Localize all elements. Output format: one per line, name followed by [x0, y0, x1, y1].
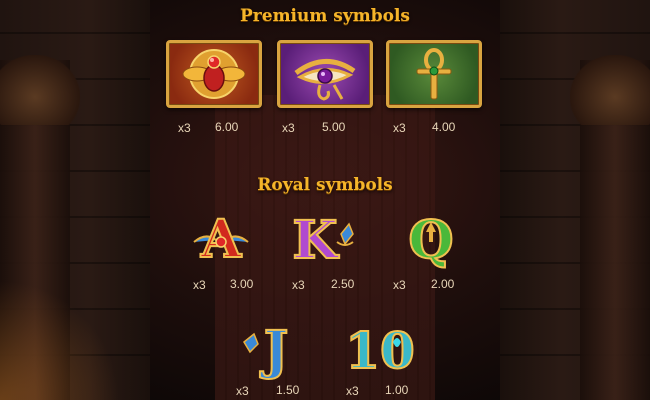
- queen-multiplier: x3: [393, 278, 406, 292]
- jack-glyph: J: [260, 320, 289, 381]
- scarab-value: 6.00: [215, 120, 239, 134]
- ten-multiplier: x3: [346, 384, 359, 398]
- eye-of-horus-symbol-tile: [277, 40, 373, 108]
- scarab-icon: [182, 49, 246, 99]
- king-glyph: K: [292, 210, 339, 271]
- ace-icon: A: [193, 208, 249, 271]
- king-icon: K: [291, 209, 354, 272]
- king-value: 2.50: [331, 277, 355, 291]
- jack-icon: J: [243, 319, 289, 382]
- jack-symbol: J: [236, 312, 306, 382]
- jack-multiplier: x3: [236, 384, 249, 398]
- jack-value: 1.50: [276, 383, 300, 397]
- royal-symbols-heading: Royal symbols: [257, 175, 393, 195]
- ankh-value: 4.00: [432, 120, 456, 134]
- eye-of-horus-multiplier: x3: [282, 121, 295, 135]
- eye-of-horus-icon: [294, 59, 356, 101]
- eye-of-horus-value: 5.00: [322, 120, 346, 134]
- ace-symbol: A: [186, 202, 256, 272]
- queen-value: 2.00: [431, 277, 455, 291]
- ten-symbol: 10: [335, 312, 425, 382]
- ankh-icon: [416, 48, 452, 100]
- right-column-capital: [570, 55, 650, 125]
- king-multiplier: x3: [292, 278, 305, 292]
- torch-glow: [0, 280, 120, 400]
- king-symbol: K: [287, 202, 357, 272]
- scarab-symbol-tile: [166, 40, 262, 108]
- queen-icon: Q: [407, 209, 454, 272]
- ten-icon: 10: [344, 320, 416, 381]
- ten-glyph: 10: [345, 321, 415, 380]
- scarab-multiplier: x3: [178, 121, 191, 135]
- premium-symbols-heading: Premium symbols: [240, 6, 410, 26]
- ace-value: 3.00: [230, 277, 254, 291]
- queen-symbol: Q: [396, 202, 466, 272]
- ten-value: 1.00: [385, 383, 409, 397]
- ankh-symbol-tile: [386, 40, 482, 108]
- ankh-multiplier: x3: [393, 121, 406, 135]
- ace-multiplier: x3: [193, 278, 206, 292]
- left-column-capital: [0, 55, 80, 125]
